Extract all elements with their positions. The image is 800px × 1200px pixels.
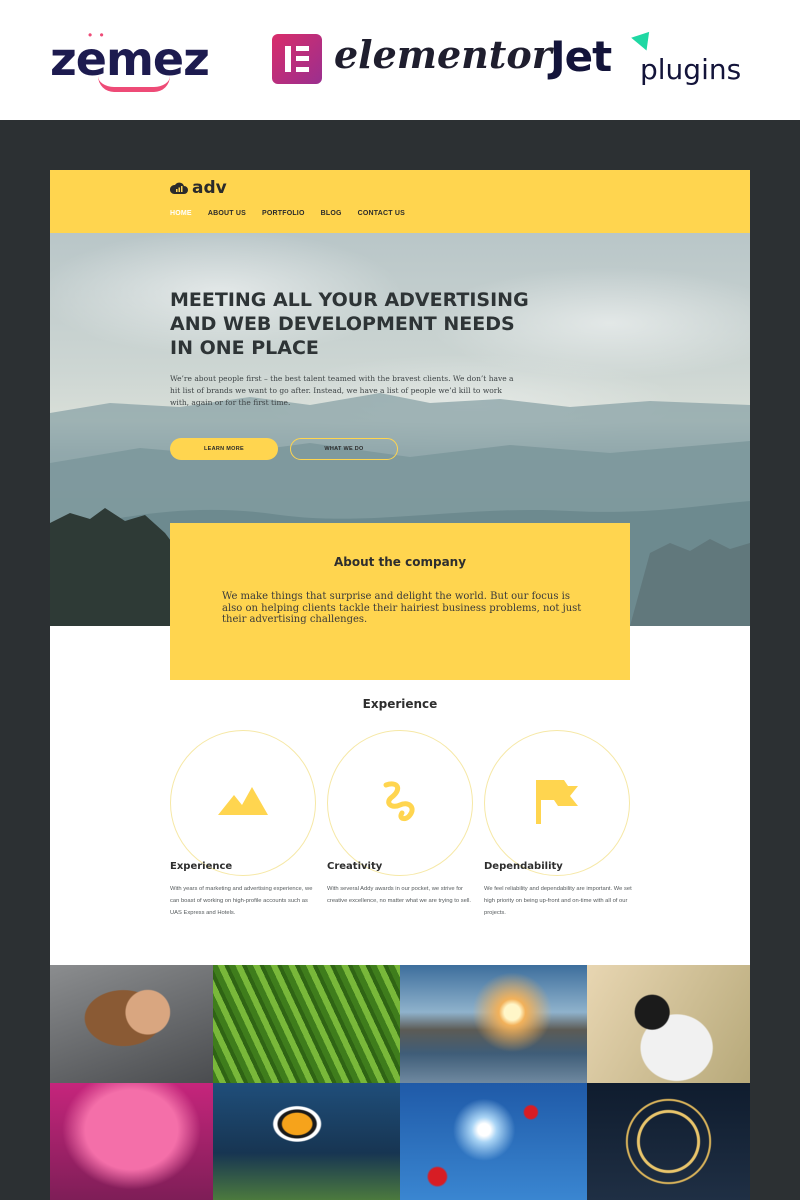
squiggle-icon: [378, 779, 422, 828]
nav-portfolio[interactable]: PORTFOLIO: [262, 210, 305, 217]
website-preview: adv HOME ABOUT US PORTFOLIO BLOG CONTACT…: [50, 170, 750, 1200]
elementor-icon: [272, 34, 322, 84]
site-logo-text: adv: [192, 178, 227, 198]
zemez-smile-decoration: [98, 76, 170, 92]
about-text: We make things that surprise and delight…: [222, 591, 582, 625]
camera-girl-photo[interactable]: [587, 965, 750, 1083]
about-company-card: About the company We make things that su…: [170, 523, 630, 680]
feature-title: Creativity: [327, 861, 383, 872]
nav-contact-us[interactable]: CONTACT US: [358, 210, 405, 217]
feature-text: We feel reliability and dependability ar…: [484, 886, 632, 916]
photographer-woman-photo[interactable]: [50, 965, 213, 1083]
feature-circle: [170, 730, 316, 876]
portfolio-gallery: [50, 965, 750, 1200]
clownfish-photo[interactable]: [213, 1083, 400, 1200]
feature-text: With years of marketing and advertising …: [170, 886, 313, 916]
ferris-wheel-photo[interactable]: [587, 1083, 750, 1200]
elementor-logo-text: elementor: [334, 32, 552, 77]
hero-title: MEETING ALL YOUR ADVERTISING AND WEB DEV…: [170, 289, 529, 359]
cloud-chart-icon: [170, 182, 188, 194]
nav-about-us[interactable]: ABOUT US: [208, 210, 246, 217]
nav-blog[interactable]: BLOG: [321, 210, 342, 217]
experience-section-title: Experience: [362, 697, 438, 711]
feature-circle: [484, 730, 630, 876]
feature-text: With several Addy awards in our pocket, …: [327, 886, 472, 904]
flag-icon: [534, 778, 580, 829]
feature-title: Experience: [170, 861, 233, 872]
site-logo[interactable]: adv: [170, 178, 227, 198]
about-title: About the company: [333, 555, 467, 569]
feature-circle: [327, 730, 473, 876]
zemez-logo: • • zemez: [50, 24, 220, 94]
brand-logos-band: • • zemez elementor Jet plugins: [0, 0, 800, 120]
plugins-logo-text: plugins: [640, 53, 742, 86]
main-nav: HOME ABOUT US PORTFOLIO BLOG CONTACT US: [170, 210, 405, 217]
pink-tree-photo[interactable]: [50, 1083, 213, 1200]
mountain-icon: [218, 786, 268, 820]
what-we-do-button[interactable]: WHAT WE DO: [290, 438, 398, 460]
feature-title: Dependability: [484, 861, 563, 872]
jet-logo-text: Jet: [550, 32, 612, 81]
jet-arrow-icon: [631, 25, 657, 51]
poppies-sky-photo[interactable]: [400, 1083, 587, 1200]
site-header: adv HOME ABOUT US PORTFOLIO BLOG CONTACT…: [50, 170, 750, 233]
learn-more-button[interactable]: LEARN MORE: [170, 438, 278, 460]
hero-text: We’re about people first – the best tale…: [170, 374, 514, 407]
seashore-sunset-photo[interactable]: [400, 965, 587, 1083]
grass-photo[interactable]: [213, 965, 400, 1083]
nav-home[interactable]: HOME: [170, 210, 192, 217]
